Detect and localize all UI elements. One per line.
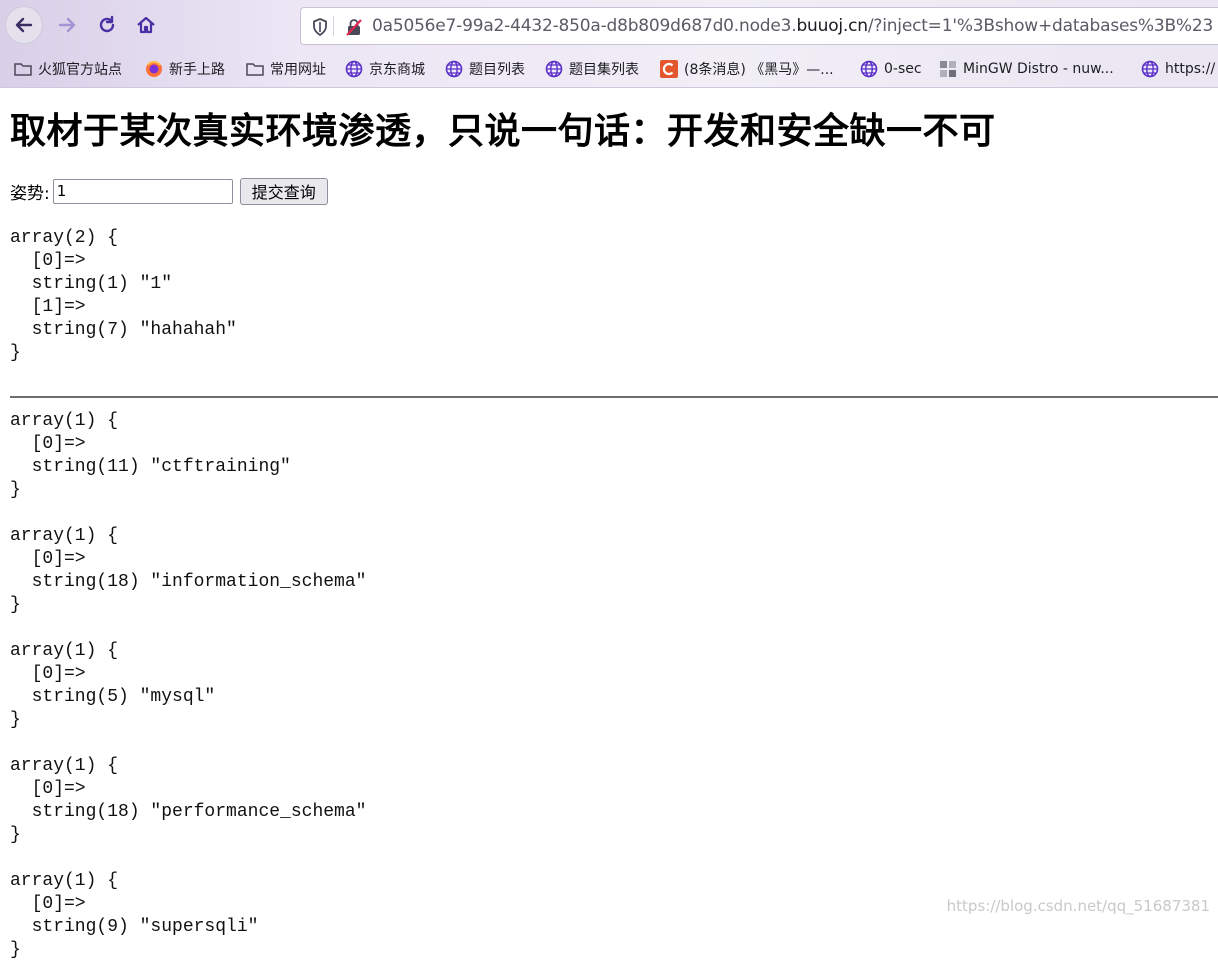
- home-icon: [137, 16, 155, 34]
- grid-icon: [939, 60, 957, 78]
- folder-icon: [14, 60, 32, 78]
- bookmark-label: 题目集列表: [569, 62, 639, 78]
- url-text[interactable]: 0a5056e7-99a2-4432-850a-d8b809d687d0.nod…: [372, 16, 1213, 36]
- result-block: array(1) { [0]=> string(18) "performance…: [10, 756, 367, 845]
- url-path: /?inject=1'%3Bshow+databases%3B%23: [867, 16, 1214, 36]
- result-block: array(1) { [0]=> string(18) "information…: [10, 526, 367, 615]
- home-button[interactable]: [127, 6, 165, 44]
- globe-icon: [545, 60, 563, 78]
- bookmark-item[interactable]: 题目集列表: [545, 58, 639, 80]
- result-block: array(1) { [0]=> string(9) "supersqli" }: [10, 871, 259, 960]
- bookmark-item[interactable]: 京东商城: [345, 58, 425, 80]
- bookmark-label: 0-sec: [884, 61, 922, 77]
- address-bar-divider: [333, 16, 334, 36]
- url-host-domain: buuoj.cn: [796, 16, 868, 36]
- bookmark-item[interactable]: 常用网址: [246, 58, 326, 80]
- bookmark-label: https://: [1165, 61, 1216, 77]
- watermark: https://blog.csdn.net/qq_51687381: [946, 897, 1210, 915]
- bookmarks-toolbar: 火狐官方站点 新手上路 常用网址 京东商城 题目列表 题目集列表 (8条消息) …: [0, 53, 1218, 85]
- bookmark-label: 京东商城: [369, 62, 425, 78]
- bookmark-item[interactable]: 0-sec: [860, 58, 922, 80]
- csdn-icon: [660, 60, 678, 78]
- url-host-prefix: 0a5056e7-99a2-4432-850a-d8b809d687d0.nod…: [372, 16, 797, 36]
- shield-icon[interactable]: [310, 17, 330, 37]
- browser-toolbar: 0a5056e7-99a2-4432-850a-d8b809d687d0.nod…: [0, 0, 1218, 88]
- bookmark-item[interactable]: 新手上路: [145, 58, 225, 80]
- form-label: 姿势:: [10, 183, 50, 204]
- address-bar[interactable]: 0a5056e7-99a2-4432-850a-d8b809d687d0.nod…: [300, 7, 1218, 45]
- result-block: array(1) { [0]=> string(5) "mysql" }: [10, 641, 216, 730]
- forward-button[interactable]: [48, 6, 86, 44]
- bookmark-item[interactable]: (8条消息) 《黑马》—...: [660, 58, 834, 80]
- arrow-right-icon: [58, 17, 76, 33]
- reload-icon: [99, 15, 115, 33]
- insecure-lock-icon[interactable]: [344, 17, 364, 37]
- arrow-left-icon: [15, 17, 33, 33]
- bookmark-item[interactable]: https://: [1141, 58, 1215, 80]
- bookmark-label: 新手上路: [169, 62, 225, 78]
- firefox-icon: [145, 60, 163, 78]
- submit-button[interactable]: 提交查询: [239, 177, 328, 205]
- reload-button[interactable]: [88, 6, 126, 44]
- bookmark-item[interactable]: 题目列表: [445, 58, 525, 80]
- page-title: 取材于某次真实环境渗透，只说一句话：开发和安全缺一不可: [10, 111, 996, 152]
- inject-input[interactable]: [52, 178, 233, 204]
- bookmark-label: 火狐官方站点: [38, 62, 122, 78]
- folder-icon: [246, 60, 264, 78]
- inject-form: 姿势: 提交查询: [10, 177, 328, 205]
- globe-icon: [345, 60, 363, 78]
- back-button[interactable]: [5, 6, 43, 44]
- bookmark-label: 题目列表: [469, 62, 525, 78]
- bookmark-label: (8条消息) 《黑马》—...: [684, 62, 834, 78]
- bookmark-label: 常用网址: [270, 62, 326, 78]
- result-block: array(2) { [0]=> string(1) "1" [1]=> str…: [10, 228, 237, 363]
- bookmark-item[interactable]: 火狐官方站点: [14, 58, 122, 80]
- bookmark-item[interactable]: MinGW Distro - nuw...: [939, 58, 1114, 80]
- horizontal-rule: [10, 396, 1218, 398]
- globe-icon: [860, 60, 878, 78]
- globe-icon: [445, 60, 463, 78]
- result-block: array(1) { [0]=> string(11) "ctftraining…: [10, 411, 291, 500]
- bookmark-label: MinGW Distro - nuw...: [963, 61, 1114, 77]
- globe-icon: [1141, 60, 1159, 78]
